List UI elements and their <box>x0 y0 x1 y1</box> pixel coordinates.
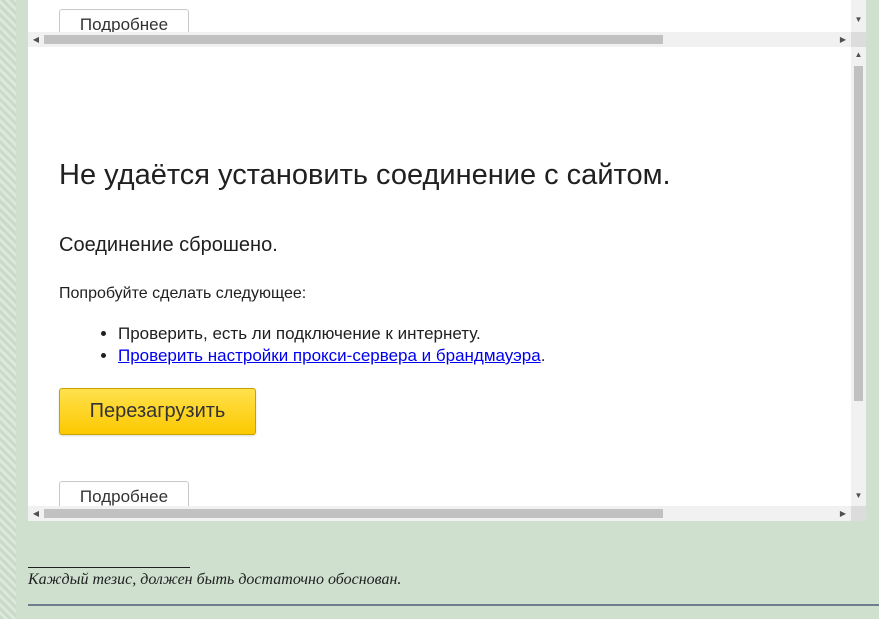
horizontal-scrollbar-top[interactable]: ◀ ▶ <box>28 32 851 47</box>
suggestion-suffix: . <box>540 346 546 365</box>
footnote-text: Каждый тезис, должен быть достаточно обо… <box>28 571 402 588</box>
proxy-settings-link[interactable]: Проверить настройки прокси-сервера и бра… <box>118 346 541 365</box>
scroll-right-icon[interactable]: ▶ <box>838 35 848 45</box>
scrollbar-thumb[interactable] <box>854 66 863 401</box>
suggestion-check-proxy: Проверить настройки прокси-сервера и бра… <box>118 345 545 367</box>
suggestion-check-connection: Проверить, есть ли подключение к интерне… <box>118 323 545 345</box>
scrollbar-thumb[interactable] <box>44 35 663 44</box>
reload-button[interactable]: Перезагрузить <box>59 388 256 435</box>
bottom-divider <box>28 604 879 606</box>
vertical-scrollbar-top[interactable]: ▼ <box>851 0 866 32</box>
scrollbar-thumb[interactable] <box>44 509 663 518</box>
scrollbar-corner <box>851 506 866 521</box>
horizontal-scrollbar[interactable]: ◀ ▶ <box>28 506 851 521</box>
error-frame: Не удаётся установить соединение с сайто… <box>28 47 866 521</box>
vertical-scrollbar[interactable]: ▲ ▼ <box>851 47 866 506</box>
previous-error-frame: Подробнее ◀ ▶ ▼ <box>28 0 866 47</box>
scroll-right-icon[interactable]: ▶ <box>838 509 848 519</box>
error-subtitle: Соединение сброшено. <box>59 234 278 256</box>
scroll-up-icon[interactable]: ▲ <box>851 49 866 61</box>
scroll-down-icon[interactable]: ▼ <box>851 490 866 502</box>
suggestion-text: Проверить, есть ли подключение к интерне… <box>118 324 481 343</box>
footnote-separator <box>28 567 190 568</box>
scroll-left-icon[interactable]: ◀ <box>31 35 41 45</box>
scrollbar-corner <box>851 32 866 47</box>
try-label: Попробуйте сделать следующее: <box>59 285 307 302</box>
error-title: Не удаётся установить соединение с сайто… <box>59 159 671 191</box>
suggestions-list: Проверить, есть ли подключение к интерне… <box>59 323 545 367</box>
scroll-down-icon[interactable]: ▼ <box>851 14 866 26</box>
decorative-border <box>0 0 16 619</box>
scroll-left-icon[interactable]: ◀ <box>31 509 41 519</box>
